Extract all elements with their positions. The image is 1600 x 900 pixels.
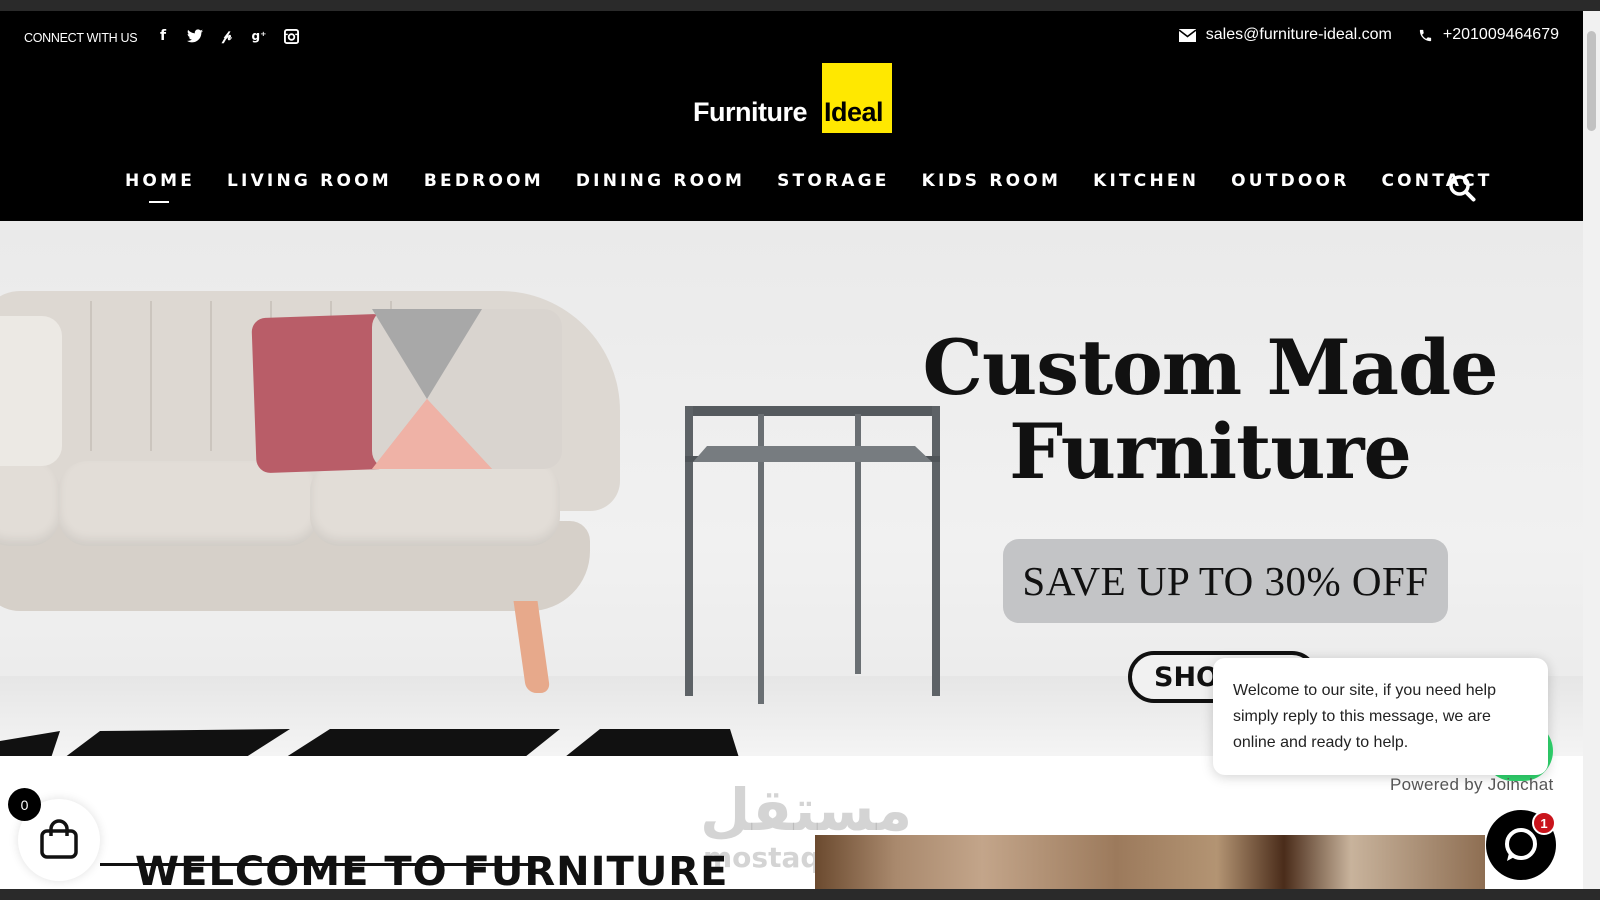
connect-label: CONNECT WITH US — [24, 31, 138, 45]
scrollbar[interactable] — [1583, 11, 1600, 889]
nav-dining-room[interactable]: DINING ROOM — [576, 171, 745, 191]
sofa-cushion — [0, 461, 60, 546]
scrollbar-thumb[interactable] — [1587, 31, 1596, 131]
pillow-geometric — [372, 309, 562, 469]
save-text: SAVE UP TO 30% OFF — [1022, 558, 1429, 604]
main-nav: HOME LIVING ROOM BEDROOM DINING ROOM STO… — [125, 171, 1493, 203]
sofa-cushion — [58, 461, 318, 546]
phone-text: +201009464679 — [1442, 26, 1559, 43]
shopping-bag-icon — [40, 819, 78, 859]
nav-kids-room[interactable]: KIDS ROOM — [922, 171, 1061, 191]
chat-popup: Welcome to our site, if you need help si… — [1213, 658, 1548, 775]
instagram-icon[interactable] — [282, 27, 300, 45]
twitter-icon[interactable] — [186, 27, 204, 45]
nav-kitchen[interactable]: KITCHEN — [1093, 171, 1199, 191]
nav-living-room[interactable]: LIVING ROOM — [227, 171, 392, 191]
search-icon[interactable] — [1448, 174, 1476, 202]
sofa-rib — [90, 301, 92, 451]
rug-image — [0, 729, 739, 756]
pillow-white — [0, 316, 62, 466]
nav-bedroom[interactable]: BEDROOM — [424, 171, 544, 191]
hero-title: Custom Made Furniture — [900, 326, 1520, 494]
phone-icon — [1419, 29, 1431, 41]
facebook-icon[interactable]: f — [154, 27, 172, 45]
logo-word-furniture: Furniture — [693, 97, 808, 127]
nav-home[interactable]: HOME — [125, 171, 195, 203]
welcome-underline — [100, 863, 530, 866]
interior-photo — [815, 835, 1485, 889]
chat-badge: 1 — [1532, 811, 1556, 835]
google-plus-icon[interactable]: g⁺ — [250, 27, 268, 45]
hero-title-line2: Furniture — [1009, 407, 1412, 496]
cart-count: 0 — [8, 788, 41, 821]
chat-message: Welcome to our site, if you need help si… — [1233, 682, 1496, 751]
email-text: sales@furniture-ideal.com — [1205, 26, 1392, 43]
hero-title-line1: Custom Made — [922, 323, 1498, 412]
sofa-cushion — [310, 461, 560, 546]
nav-storage[interactable]: STORAGE — [777, 171, 890, 191]
phone-link[interactable]: +201009464679 — [1418, 26, 1559, 44]
site-logo[interactable]: Furniture Ideal — [693, 63, 893, 133]
email-link[interactable]: sales@furniture-ideal.com — [1178, 26, 1392, 44]
watermark-arabic: مستقل — [700, 776, 913, 844]
envelope-icon — [1178, 28, 1196, 42]
social-links: f 𝓅 g⁺ — [154, 27, 300, 45]
pinterest-icon[interactable]: 𝓅 — [218, 27, 236, 45]
contact-info: sales@furniture-ideal.com +201009464679 — [1178, 26, 1559, 44]
save-banner: SAVE UP TO 30% OFF — [1003, 539, 1448, 623]
nav-outdoor[interactable]: OUTDOOR — [1231, 171, 1349, 191]
sofa-rib — [150, 301, 152, 451]
powered-by[interactable]: Powered by Joinchat — [1390, 775, 1554, 795]
logo-word-ideal: Ideal — [824, 97, 884, 127]
site-header: CONNECT WITH US f 𝓅 g⁺ sales@furniture-i… — [0, 11, 1583, 221]
welcome-heading: WELCOME TO FURNITURE — [135, 849, 729, 889]
page: CONNECT WITH US f 𝓅 g⁺ sales@furniture-i… — [0, 11, 1583, 889]
sofa-rib — [210, 301, 212, 451]
